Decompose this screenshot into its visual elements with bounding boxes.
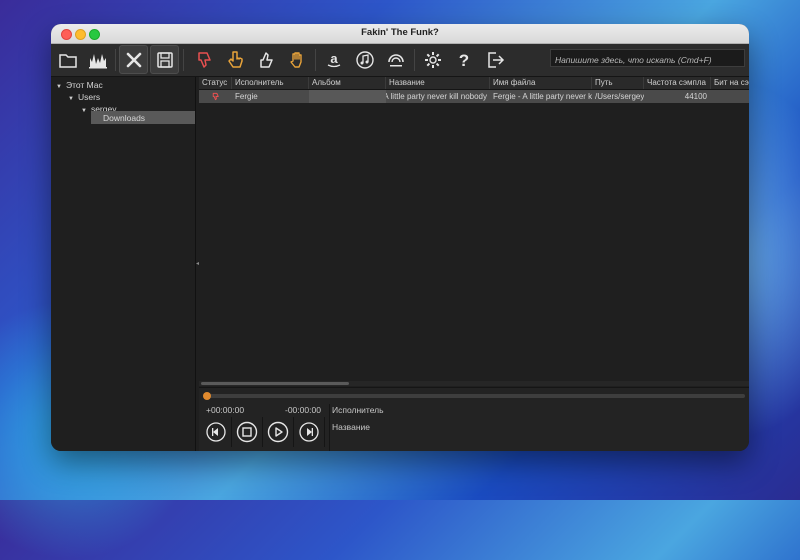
sample-rate-cell: 44100 [684, 92, 707, 101]
column-header-path[interactable]: Путь [592, 77, 644, 89]
spectrum-icon [88, 53, 107, 68]
table-header: Статус Исполнитель Альбом Название Имя ф… [199, 77, 749, 90]
status-cell [199, 90, 232, 103]
folder-icon [58, 53, 77, 68]
skip-button[interactable] [282, 45, 311, 74]
toolbar: a ? [51, 44, 749, 77]
next-button[interactable] [294, 417, 325, 447]
mark-suspicious-button[interactable] [220, 45, 249, 74]
close-x-icon [126, 52, 141, 67]
column-header-album[interactable]: Альбом [309, 77, 386, 89]
column-header-title[interactable]: Название [386, 77, 490, 89]
path-cell: /Users/sergey/Downloads [595, 92, 644, 101]
player-panel: +00:00:00 -00:00:00 Исполнитель Название [199, 387, 749, 451]
now-playing-title: Название [332, 422, 370, 432]
column-header-status[interactable]: Статус [199, 77, 232, 89]
table-row[interactable]: Fergie A little party never kill nobody … [199, 90, 749, 103]
save-icon [156, 51, 173, 68]
gear-icon [424, 51, 441, 68]
folder-tree: ▼ Этот Mac ▼ Users ▼ sergey Downloads [51, 77, 196, 451]
exit-icon [487, 51, 504, 68]
amazon-icon: a [327, 51, 340, 67]
stop-button[interactable] [232, 417, 263, 447]
filename-cell: Fergie - A little party never kill nobod… [493, 92, 592, 101]
disclosure-triangle-icon[interactable]: ▼ [56, 81, 62, 93]
mark-fake-button[interactable] [189, 45, 218, 74]
help-button[interactable]: ? [449, 45, 478, 74]
title-bar: Fakin' The Funk? [51, 24, 749, 44]
amazon-search-button[interactable]: a [319, 45, 348, 74]
horizontal-scrollbar[interactable] [199, 381, 749, 386]
tree-item-downloads[interactable]: Downloads [103, 112, 145, 124]
thumbs-down-icon [212, 92, 219, 101]
window-title: Fakin' The Funk? [361, 27, 439, 38]
file-table: Статус Исполнитель Альбом Название Имя ф… [199, 77, 749, 383]
disclosure-triangle-icon[interactable]: ▼ [68, 93, 74, 105]
settings-button[interactable] [418, 45, 447, 74]
remove-button[interactable] [119, 45, 148, 74]
play-button[interactable] [263, 417, 294, 447]
previous-button[interactable] [201, 417, 232, 447]
discogs-icon [387, 53, 404, 66]
save-button[interactable] [150, 45, 179, 74]
skip-back-icon [206, 422, 226, 442]
time-remaining: -00:00:00 [285, 405, 321, 415]
stop-hand-icon [289, 51, 302, 68]
scrollbar-thumb[interactable] [201, 382, 349, 385]
itunes-icon [355, 50, 374, 69]
pointing-hand-icon [227, 50, 243, 68]
disclosure-triangle-icon[interactable]: ▼ [81, 105, 87, 117]
seek-bar[interactable] [205, 394, 745, 398]
open-folder-button[interactable] [53, 45, 82, 74]
stop-icon [236, 421, 258, 443]
discogs-search-button[interactable] [381, 45, 410, 74]
skip-forward-icon [299, 422, 319, 442]
tree-item-this-mac[interactable]: ▼ Этот Mac [56, 79, 103, 91]
app-window: Fakin' The Funk? a ? Напишите здесь, что… [51, 24, 749, 451]
exit-button[interactable] [480, 45, 509, 74]
help-icon: ? [458, 51, 468, 70]
artist-cell: Fergie [235, 92, 258, 101]
spectrum-button[interactable] [83, 45, 112, 74]
bits-cell [711, 90, 749, 103]
album-cell [309, 90, 386, 103]
thumbs-up-icon [259, 51, 273, 68]
search-input[interactable] [550, 49, 745, 67]
mark-good-button[interactable] [251, 45, 280, 74]
column-header-artist[interactable]: Исполнитель [232, 77, 309, 89]
now-playing-artist: Исполнитель [332, 405, 384, 415]
tree-item-users[interactable]: ▼ Users [68, 91, 100, 103]
thumbs-down-icon [197, 51, 211, 68]
column-header-filename[interactable]: Имя файла [490, 77, 592, 89]
column-header-sample-rate[interactable]: Частота сэмпла [644, 77, 711, 89]
play-icon [267, 421, 289, 443]
itunes-search-button[interactable] [350, 45, 379, 74]
column-header-bits[interactable]: Бит на сэ [711, 77, 749, 89]
svg-text:a: a [330, 51, 338, 66]
time-elapsed: +00:00:00 [206, 405, 245, 415]
title-cell: A little party never kill nobody [386, 92, 487, 101]
svg-text:?: ? [458, 51, 468, 70]
seek-knob[interactable] [203, 392, 211, 400]
player-divider [329, 404, 330, 451]
